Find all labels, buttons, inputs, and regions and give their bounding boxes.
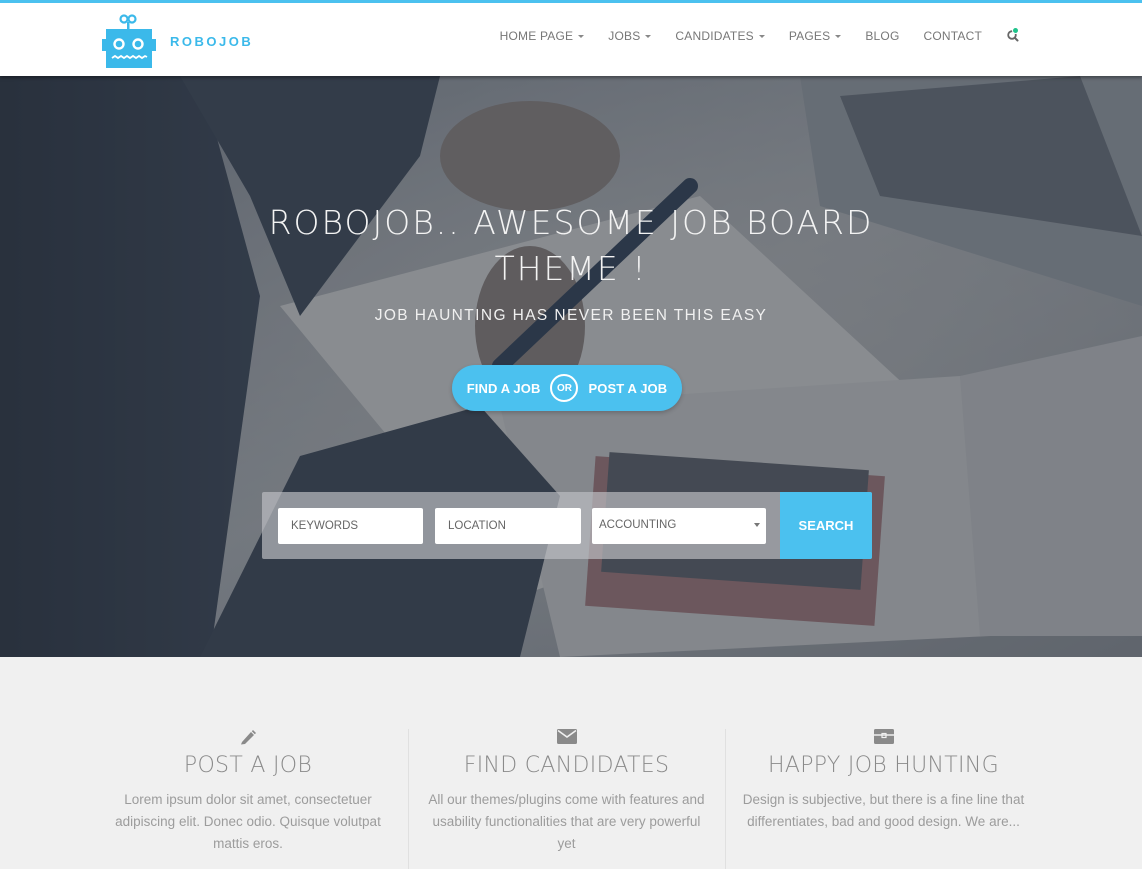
category-selected-value: ACCOUNTING (599, 518, 677, 531)
nav-label: CANDIDATES (675, 29, 754, 43)
feature-find-candidates: FIND CANDIDATES All our themes/plugins c… (408, 729, 724, 869)
job-search-form: KEYWORDS LOCATION ACCOUNTING SEARCH (262, 492, 872, 559)
keywords-placeholder: KEYWORDS (291, 520, 359, 532)
features-section: POST A JOB Lorem ipsum dolor sit amet, c… (0, 657, 1142, 869)
main-nav: HOME PAGE JOBS CANDIDATES PAGES BLOG CON… (500, 29, 1020, 43)
hero-title: ROBOJOB.. AWESOME JOB BOARD THEME ! (0, 200, 1142, 292)
nav-label: CONTACT (923, 29, 982, 43)
caret-down-icon (578, 35, 585, 38)
nav-pages[interactable]: PAGES (788, 29, 842, 43)
site-header: ROBOJOB HOME PAGE JOBS CANDIDATES PAGES … (0, 3, 1142, 76)
hero-section: ROBOJOB.. AWESOME JOB BOARD THEME ! JOB … (0, 76, 1142, 657)
post-a-job-button[interactable]: POST A JOB (588, 381, 667, 396)
envelope-icon (556, 729, 577, 744)
online-status-dot (1012, 27, 1019, 34)
nav-blog[interactable]: BLOG (865, 29, 899, 43)
nav-candidates[interactable]: CANDIDATES (675, 29, 765, 43)
nav-label: JOBS (608, 29, 641, 43)
nav-jobs[interactable]: JOBS (608, 29, 652, 43)
nav-label: PAGES (788, 29, 831, 43)
robot-logo-icon (102, 14, 156, 68)
caret-down-icon (758, 35, 765, 38)
top-accent-bar (0, 0, 1142, 3)
feature-text: All our themes/plugins come with feature… (428, 792, 705, 851)
feature-title: POST A JOB (183, 753, 313, 778)
nav-contact[interactable]: CONTACT (923, 29, 982, 43)
cta-pill: FIND A JOB OR POST A JOB (452, 365, 682, 411)
keywords-input[interactable]: KEYWORDS (278, 508, 423, 544)
pencil-icon (241, 730, 256, 745)
hero-title-line: ROBOJOB.. AWESOME JOB BOARD (268, 203, 874, 242)
category-select[interactable]: ACCOUNTING (592, 508, 766, 544)
hero-subtitle: JOB HAUNTING HAS NEVER BEEN THIS EASY (374, 307, 768, 324)
find-a-job-button[interactable]: FIND A JOB (467, 381, 541, 396)
feature-text: Design is subjective, but there is a fin… (742, 792, 1025, 829)
feature-post-a-job: POST A JOB Lorem ipsum dolor sit amet, c… (90, 729, 406, 855)
feature-happy-job-hunting: HAPPY JOB HUNTING Design is subjective, … (725, 729, 1041, 869)
nav-label: HOME PAGE (499, 29, 574, 43)
or-badge: OR (550, 374, 579, 402)
select-arrow-icon (754, 523, 760, 527)
feature-title: FIND CANDIDATES (463, 753, 670, 778)
nav-home-page[interactable]: HOME PAGE (500, 29, 585, 43)
briefcase-icon (873, 729, 894, 744)
hero-title-line: THEME ! (494, 249, 648, 288)
caret-down-icon (645, 35, 652, 38)
logo[interactable]: ROBOJOB (102, 14, 253, 68)
caret-down-icon (835, 35, 842, 38)
location-input[interactable]: LOCATION (435, 508, 581, 544)
brand-name: ROBOJOB (170, 33, 254, 49)
feature-title: HAPPY JOB HUNTING (768, 753, 999, 778)
nav-label: BLOG (865, 29, 900, 43)
search-button[interactable]: SEARCH (780, 492, 872, 559)
feature-text: Lorem ipsum dolor sit amet, consectetuer… (115, 792, 381, 851)
location-placeholder: LOCATION (448, 520, 506, 532)
